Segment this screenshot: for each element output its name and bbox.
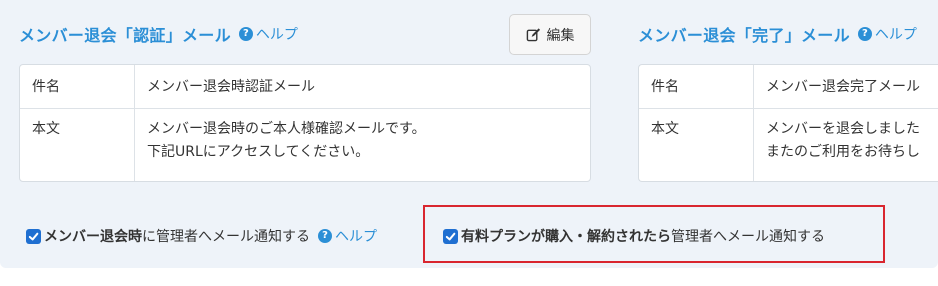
edit-button[interactable]: 編集 (509, 14, 591, 55)
right-section-title: メンバー退会「完了」メール ? ヘルプ (638, 22, 917, 46)
withdraw-notify-text: に管理者へメール通知する (142, 229, 310, 245)
plan-notify-strong: 有料プランが購入・解約されたら (461, 229, 671, 245)
body-line-1: メンバーを退会しました (766, 121, 920, 137)
body-label: 本文 (20, 109, 135, 181)
plan-notify-option: 有料プランが購入・解約されたら 管理者へメール通知する (443, 226, 825, 246)
body-value: メンバー退会時のご本人様確認メールです。 下記URLにアクセスしてください。 (135, 109, 438, 181)
checkmark-icon (28, 232, 39, 240)
withdraw-help-link[interactable]: ヘルプ (335, 226, 377, 246)
plan-notify-checkbox[interactable] (443, 228, 458, 244)
subject-row: 件名 メンバー退会完了メール (639, 65, 938, 109)
body-line-1: メンバー退会時のご本人様確認メールです。 (147, 121, 426, 137)
body-line-2: またのご利用をお待ちし (766, 144, 920, 160)
left-section-title: メンバー退会「認証」メール ? ヘルプ (19, 22, 298, 46)
right-title-text: メンバー退会「完了」メール (638, 26, 850, 45)
left-help-link[interactable]: ヘルプ (256, 24, 298, 44)
body-row: 本文 メンバー退会時のご本人様確認メールです。 下記URLにアクセスしてください… (20, 109, 590, 181)
plan-notify-text: 管理者へメール通知する (671, 229, 825, 245)
body-row: 本文 メンバーを退会しました またのご利用をお待ちし (639, 109, 938, 181)
help-icon[interactable]: ? (857, 27, 872, 41)
withdraw-notify-checkbox[interactable] (26, 228, 41, 244)
right-mail-card: 件名 メンバー退会完了メール 本文 メンバーを退会しました またのご利用をお待ち… (638, 64, 938, 182)
subject-value: メンバー退会完了メール (766, 79, 920, 95)
edit-icon (526, 28, 540, 42)
checkmark-icon (445, 232, 456, 240)
body-label: 本文 (639, 109, 754, 181)
left-mail-card: 件名 メンバー退会時認証メール 本文 メンバー退会時のご本人様確認メールです。 … (19, 64, 591, 182)
body-line-2: 下記URLにアクセスしてください。 (147, 144, 370, 160)
subject-row: 件名 メンバー退会時認証メール (20, 65, 590, 109)
edit-button-label: 編集 (546, 27, 575, 44)
subject-label: 件名 (20, 65, 135, 108)
withdraw-notify-strong: メンバー退会時 (44, 229, 142, 245)
subject-value: メンバー退会時認証メール (147, 79, 315, 95)
left-title-text: メンバー退会「認証」メール (19, 26, 231, 45)
body-value: メンバーを退会しました またのご利用をお待ちし (754, 109, 932, 181)
help-icon[interactable]: ? (318, 229, 332, 243)
withdraw-notify-option: メンバー退会時 に管理者へメール通知する ? ヘルプ (26, 226, 377, 246)
right-help-link[interactable]: ヘルプ (875, 24, 917, 44)
help-icon[interactable]: ? (238, 27, 253, 41)
subject-label: 件名 (639, 65, 754, 108)
